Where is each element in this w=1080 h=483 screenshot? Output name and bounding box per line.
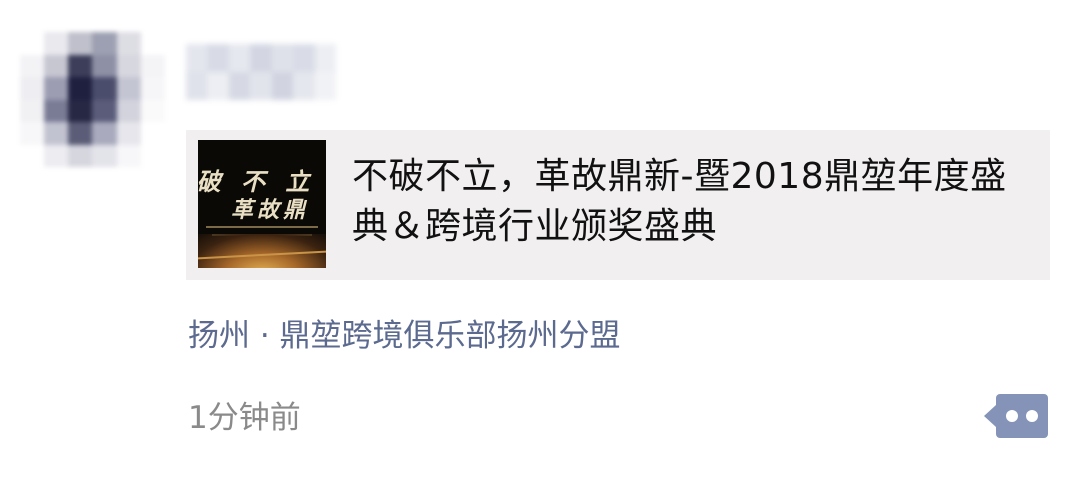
avatar[interactable]: [20, 32, 165, 167]
thumbnail-fine-print: [206, 226, 318, 228]
thumbnail-title-line2: 革故鼎: [230, 197, 309, 223]
link-thumbnail: 破 不 立 革故鼎: [198, 140, 326, 268]
nickname-blurred[interactable]: [186, 44, 336, 100]
link-title: 不破不立，革故鼎新-暨2018鼎堃年度盛典＆跨境行业颁奖盛典: [352, 156, 1007, 247]
shared-link-card[interactable]: 破 不 立 革故鼎 不破不立，革故鼎新-暨2018鼎堃年度盛典＆跨境行业颁奖盛典: [186, 130, 1050, 280]
more-dots-icon: [1006, 410, 1038, 422]
dot: [1026, 410, 1038, 422]
more-actions-button[interactable]: [984, 394, 1048, 438]
location-link[interactable]: 扬州 · 鼎堃跨境俱乐部扬州分盟: [188, 310, 621, 355]
moments-post: 破 不 立 革故鼎 不破不立，革故鼎新-暨2018鼎堃年度盛典＆跨境行业颁奖盛典…: [0, 0, 1080, 483]
dot: [1006, 410, 1018, 422]
post-timestamp: 1分钟前: [188, 400, 301, 436]
